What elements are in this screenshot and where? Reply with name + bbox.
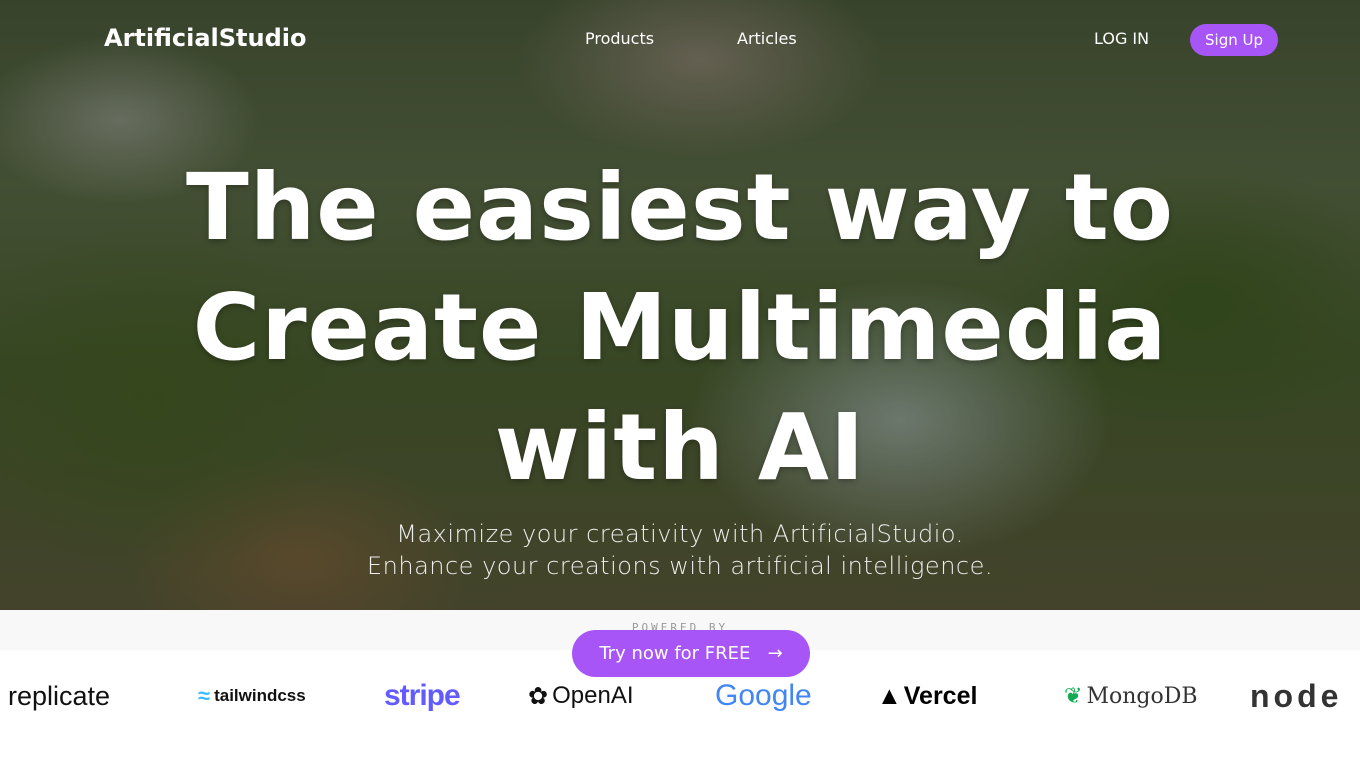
tailwind-icon: ≈	[198, 683, 211, 708]
vercel-triangle-icon: ▲	[877, 681, 902, 710]
arrow-right-icon: →	[767, 643, 783, 664]
cta-label: Try now for FREE	[599, 643, 751, 664]
hero-title: The easiest way to Create Multimedia wit…	[0, 148, 1360, 508]
navbar: ArtificialStudio Products Articles LOG I…	[0, 0, 1360, 80]
subtitle-line: Enhance your creations with artificial i…	[366, 552, 993, 580]
logo-text: tailwindcss	[214, 686, 306, 705]
try-free-button[interactable]: Try now for FREE →	[572, 630, 810, 677]
title-line: The easiest way to	[185, 154, 1175, 261]
nav-articles[interactable]: Articles	[737, 29, 797, 48]
nav-products[interactable]: Products	[585, 29, 654, 48]
logo-text: Vercel	[903, 681, 978, 710]
logo-stripe: stripe	[384, 679, 461, 712]
title-line: Create Multimedia	[192, 274, 1168, 381]
login-link[interactable]: LOG IN	[1094, 29, 1149, 48]
hero-subtitle: Maximize your creativity with Artificial…	[0, 518, 1360, 582]
logo-replicate: replicate	[8, 680, 111, 711]
logo-mongodb: ❦ MongoDB	[1064, 676, 1198, 716]
logo-tailwindcss: ≈ tailwindcss	[198, 676, 306, 716]
title-line: with AI	[494, 394, 866, 501]
openai-icon: ✿	[528, 682, 549, 710]
logo-google: Google	[715, 679, 812, 712]
logo-vercel: ▲ Vercel	[877, 676, 977, 716]
logo-text: OpenAI	[552, 682, 634, 709]
brand-logo[interactable]: ArtificialStudio	[104, 24, 307, 52]
subtitle-line: Maximize your creativity with Artificial…	[396, 520, 964, 548]
signup-button[interactable]: Sign Up	[1190, 24, 1278, 56]
mongodb-leaf-icon: ❦	[1064, 683, 1083, 709]
logo-node: node	[1250, 677, 1343, 714]
logo-openai: ✿ OpenAI	[528, 676, 634, 716]
logo-text: MongoDB	[1086, 683, 1198, 709]
